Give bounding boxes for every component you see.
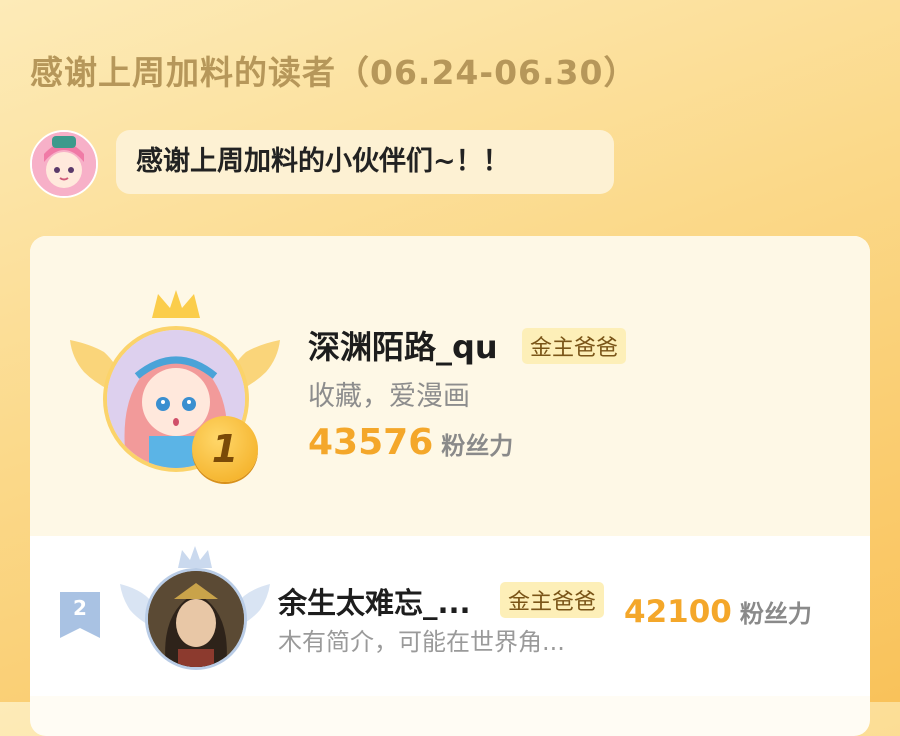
fan-power: 42100 粉丝力 xyxy=(624,594,812,630)
ranking-card: 1 深渊陌路_qu 金主爸爸 收藏，爱漫画 43576 粉丝力 2 余生太难忘_… xyxy=(30,236,870,736)
thanks-message-bubble: 感谢上周加料的小伙伴们~！！ xyxy=(116,130,614,194)
ranking-item-1[interactable]: 1 深渊陌路_qu 金主爸爸 收藏，爱漫画 43576 粉丝力 xyxy=(30,236,870,536)
user-avatar-illustration xyxy=(148,571,244,667)
fan-power: 43576 粉丝力 xyxy=(308,422,513,463)
fan-power-unit: 粉丝力 xyxy=(441,432,514,460)
user-avatar[interactable] xyxy=(145,568,247,670)
user-bio: 收藏，爱漫画 xyxy=(308,381,470,412)
user-bio: 木有简介，可能在世界角... xyxy=(278,628,565,656)
patron-badge: 金主爸爸 xyxy=(500,582,605,618)
page-title: 感谢上周加料的读者（06.24-06.30） xyxy=(30,53,638,92)
user-name[interactable]: 余生太难忘_... xyxy=(278,580,471,622)
ranking-item-2[interactable]: 2 余生太难忘_... 金主爸爸 木有简介，可能在世界角... 42100 粉丝力 xyxy=(30,536,870,696)
fan-power-value: 43576 xyxy=(308,422,434,463)
rank-medal: 1 xyxy=(192,416,258,482)
thanks-message-text: 感谢上周加料的小伙伴们~！！ xyxy=(136,146,510,177)
user-name[interactable]: 深渊陌路_qu xyxy=(308,322,498,368)
rank-number: 2 xyxy=(73,596,87,620)
fan-power-value: 42100 xyxy=(624,594,732,630)
fan-power-unit: 粉丝力 xyxy=(739,600,812,628)
rank-badge: 2 xyxy=(60,592,100,638)
host-avatar[interactable] xyxy=(30,130,98,198)
host-avatar-illustration xyxy=(32,132,96,196)
patron-badge: 金主爸爸 xyxy=(522,328,627,364)
